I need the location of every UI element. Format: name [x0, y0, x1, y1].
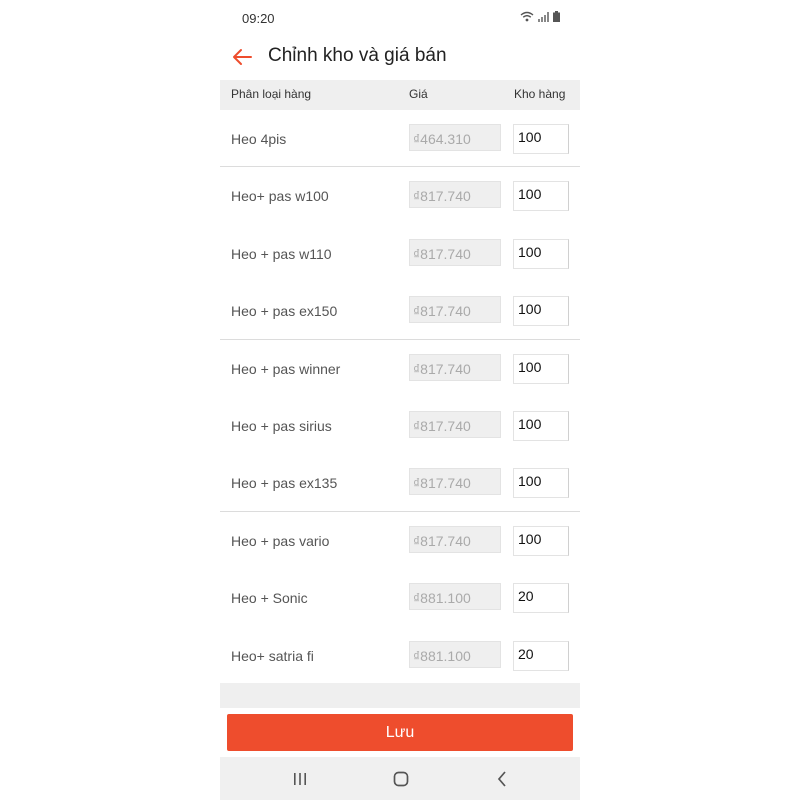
price-field: ₫817.740 — [409, 525, 501, 553]
price-field: ₫817.740 — [409, 468, 501, 496]
stock-input[interactable]: 100 — [513, 238, 569, 269]
phone-screen: 09:20 Chỉnh kho và giá bán Phân loại hàn… — [220, 0, 580, 800]
variant-name: Heo + pas w110 — [231, 245, 332, 262]
price-field: ₫817.740 — [409, 296, 501, 324]
stock-input[interactable]: 100 — [513, 353, 569, 384]
variant-name: Heo + pas winner — [231, 360, 341, 377]
stock-input[interactable]: 100 — [513, 525, 569, 556]
column-header-price: Giá — [409, 87, 428, 101]
table-row: Heo+ pas w100 ₫817.740 100 — [220, 167, 580, 224]
table-row: Heo + pas sirius ₫817.740 100 — [220, 397, 580, 454]
variant-name: Heo + Sonic — [231, 590, 308, 607]
table-row: Heo + pas winner ₫817.740 100 — [220, 340, 580, 397]
table-row: Heo + pas w110 ₫817.740 100 — [220, 225, 580, 282]
recents-icon — [294, 773, 306, 785]
price-field: ₫817.740 — [409, 353, 501, 381]
status-bar: 09:20 — [220, 0, 580, 36]
stock-input[interactable]: 100 — [513, 410, 569, 441]
table-row: Heo+ satria fi ₫881.100 20 — [220, 627, 580, 684]
nav-back-button[interactable] — [490, 768, 514, 790]
wifi-icon — [520, 11, 534, 22]
table-row: Heo + pas ex135 ₫817.740 100 — [220, 454, 580, 512]
arrow-left-icon — [233, 49, 252, 65]
table-row: Heo 4pis ₫464.310 100 — [220, 110, 580, 168]
table-row: Heo + Sonic ₫881.100 20 — [220, 569, 580, 626]
variant-name: Heo + pas sirius — [231, 417, 332, 434]
variant-name: Heo + pas vario — [231, 532, 330, 549]
stock-input[interactable]: 100 — [513, 296, 569, 327]
variant-name: Heo 4pis — [231, 131, 287, 147]
status-time: 09:20 — [242, 11, 275, 26]
signal-icon — [538, 12, 549, 22]
app-header: Chỉnh kho và giá bán — [220, 36, 580, 80]
status-icons — [520, 11, 560, 22]
nav-back-icon — [497, 771, 506, 787]
variant-list: Heo 4pis ₫464.310 100 Heo+ pas w100 ₫817… — [220, 110, 580, 684]
home-icon — [393, 771, 409, 787]
price-field: ₫464.310 — [409, 124, 501, 151]
column-header-name: Phân loại hàng — [231, 87, 312, 101]
column-header-stock: Kho hàng — [514, 87, 566, 101]
price-field: ₫817.740 — [409, 238, 501, 266]
stock-input[interactable]: 100 — [513, 181, 569, 212]
table-row: Heo + pas vario ₫817.740 100 — [220, 512, 580, 569]
recents-button[interactable] — [288, 768, 312, 790]
variant-name: Heo+ satria fi — [231, 647, 314, 664]
price-field: ₫817.740 — [409, 181, 501, 209]
variant-name: Heo+ pas w100 — [231, 188, 329, 205]
price-field: ₫881.100 — [409, 583, 501, 611]
stock-input[interactable]: 100 — [513, 468, 569, 499]
save-button[interactable]: Lưu — [227, 714, 573, 751]
page-title: Chỉnh kho và giá bán — [268, 45, 447, 66]
home-button[interactable] — [389, 768, 413, 790]
battery-icon — [553, 11, 560, 22]
price-field: ₫881.100 — [409, 640, 501, 668]
back-button[interactable] — [230, 45, 254, 69]
stock-input[interactable]: 20 — [513, 583, 569, 614]
table-header: Phân loại hàng Giá Kho hàng — [220, 80, 580, 110]
price-field: ₫817.740 — [409, 410, 501, 438]
table-row: Heo + pas ex150 ₫817.740 100 — [220, 282, 580, 340]
variant-name: Heo + pas ex150 — [231, 303, 338, 320]
system-nav-bar — [220, 757, 580, 800]
stock-input[interactable]: 20 — [513, 640, 569, 671]
variant-name: Heo + pas ex135 — [231, 475, 338, 492]
footer-spacer — [220, 683, 580, 708]
stock-input[interactable]: 100 — [513, 124, 569, 154]
